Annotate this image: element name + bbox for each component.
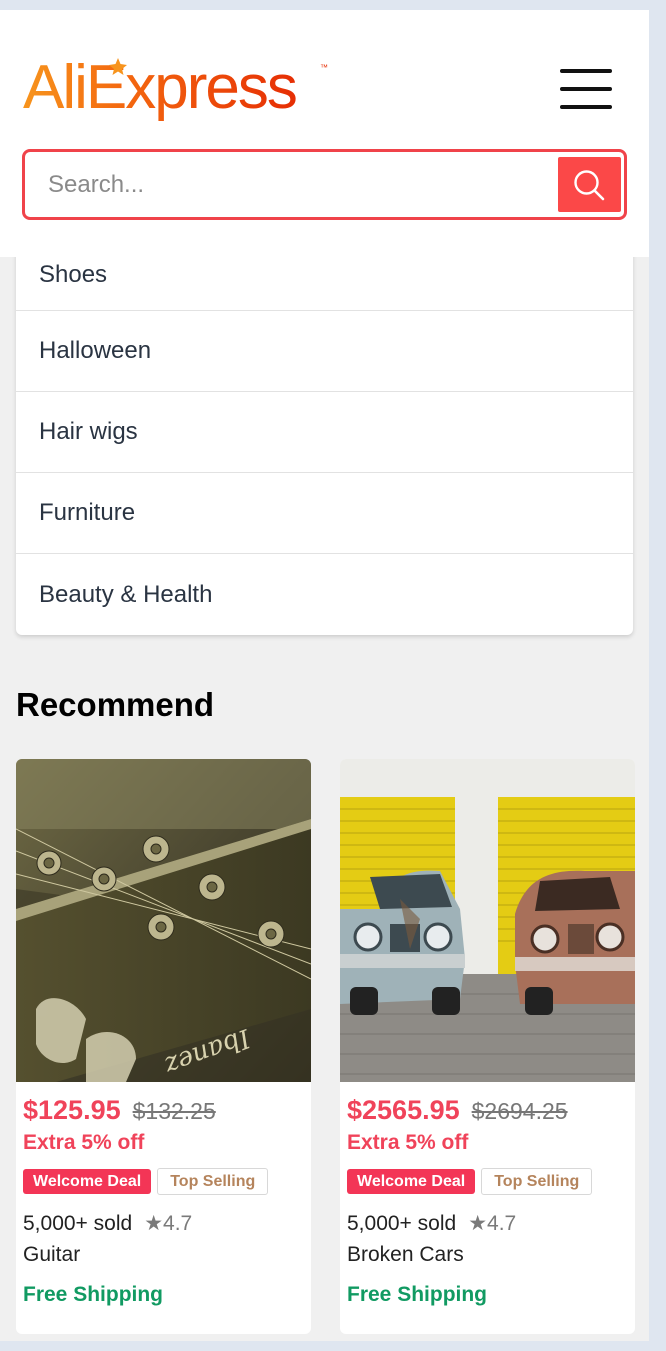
search-input[interactable]: [25, 152, 559, 217]
search-bar: [22, 149, 627, 220]
free-shipping-label: Free Shipping: [23, 1283, 164, 1306]
recommend-heading: Recommend: [16, 686, 215, 723]
product-card-guitar[interactable]: Ibanez $125.95 $132.25 Extra 5% off Welco…: [16, 759, 311, 1334]
category-item-hair-wigs[interactable]: Hair wigs: [16, 392, 633, 473]
product-image-broken-cars[interactable]: [340, 759, 635, 1082]
sold-count: 5,000+ sold ★4.7: [347, 1211, 516, 1236]
sold-text: 5,000+ sold: [23, 1212, 133, 1235]
star-icon: ★4.7: [468, 1212, 517, 1235]
header: AliExpress ™: [0, 10, 649, 257]
welcome-deal-badge: Welcome Deal: [23, 1169, 152, 1194]
product-name[interactable]: Guitar: [23, 1243, 80, 1267]
category-item-halloween[interactable]: Halloween: [16, 311, 633, 392]
price: $125.95: [23, 1095, 121, 1125]
price-row: $2565.95 $2694.25: [347, 1095, 568, 1126]
hamburger-line: [560, 105, 612, 109]
app-viewport: AliExpress ™ Shoes Halloween Hair wigs F…: [0, 10, 649, 1341]
logo-text: AliExpress: [23, 53, 296, 122]
category-item-furniture[interactable]: Furniture: [16, 473, 633, 554]
sold-text: 5,000+ sold: [347, 1212, 457, 1235]
original-price: $132.25: [132, 1098, 216, 1124]
hamburger-menu-button[interactable]: [556, 64, 616, 112]
category-item-beauty-health[interactable]: Beauty & Health: [16, 554, 633, 635]
category-dropdown: Shoes Halloween Hair wigs Furniture Beau…: [16, 225, 633, 635]
extra-discount: Extra 5% off: [347, 1131, 469, 1154]
badges: Welcome Deal Top Selling: [347, 1168, 593, 1195]
free-shipping-label: Free Shipping: [347, 1283, 488, 1306]
search-button[interactable]: [558, 157, 621, 212]
original-price: $2694.25: [471, 1098, 568, 1124]
welcome-deal-badge: Welcome Deal: [347, 1169, 476, 1194]
hamburger-menu-icon: [560, 69, 612, 73]
aliexpress-logo[interactable]: AliExpress ™: [23, 50, 333, 130]
star-icon: ★4.7: [144, 1212, 193, 1235]
top-selling-badge: Top Selling: [157, 1168, 269, 1195]
product-image-guitar[interactable]: Ibanez: [16, 759, 311, 1082]
price: $2565.95: [347, 1095, 460, 1125]
product-name[interactable]: Broken Cars: [347, 1243, 464, 1267]
svg-text:™: ™: [320, 63, 328, 72]
hamburger-line: [560, 87, 612, 91]
product-card-broken-cars[interactable]: $2565.95 $2694.25 Extra 5% off Welcome De…: [340, 759, 635, 1334]
top-selling-badge: Top Selling: [481, 1168, 593, 1195]
sold-count: 5,000+ sold ★4.7: [23, 1211, 192, 1236]
extra-discount: Extra 5% off: [23, 1131, 145, 1154]
price-row: $125.95 $132.25: [23, 1095, 216, 1126]
badges: Welcome Deal Top Selling: [23, 1168, 269, 1195]
search-icon: [574, 170, 605, 201]
